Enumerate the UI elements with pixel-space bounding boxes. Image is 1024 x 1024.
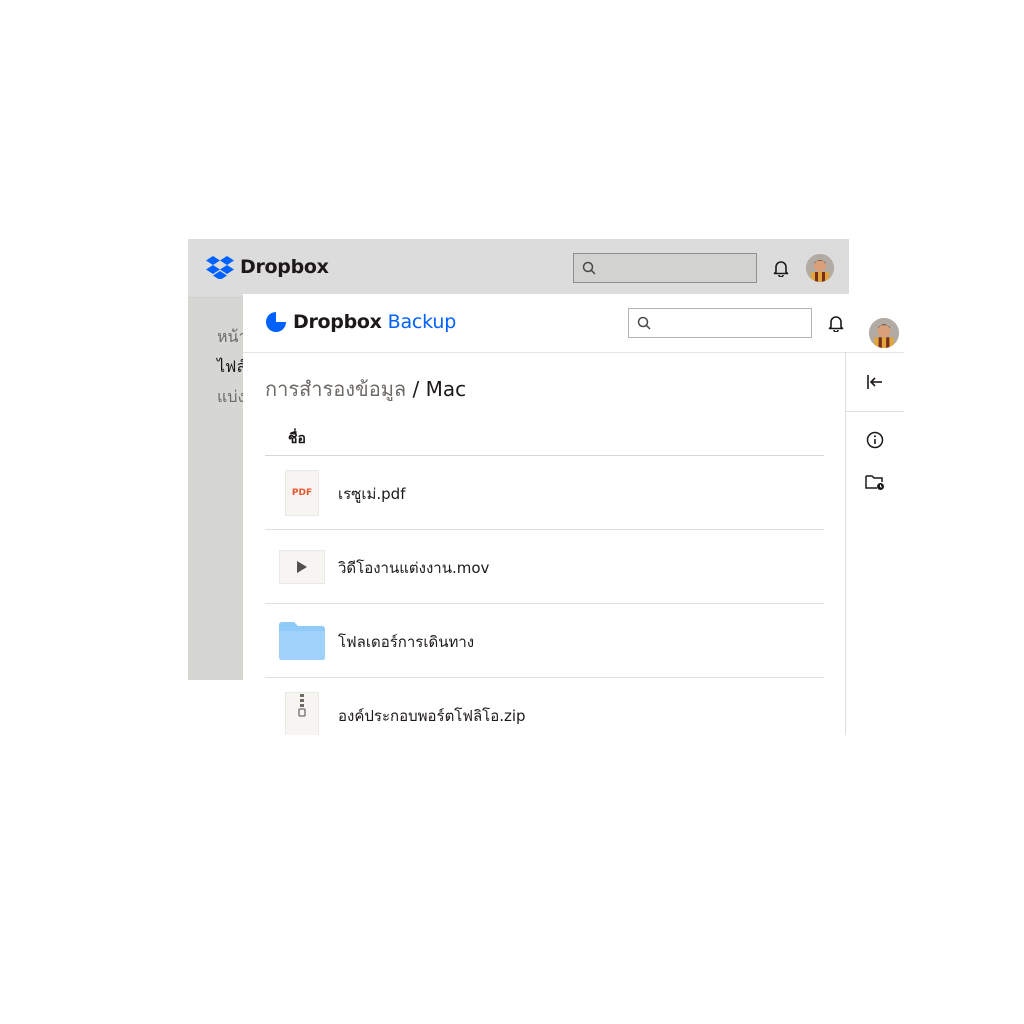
file-row[interactable]: วิดีโองานแต่งงาน.mov: [265, 530, 824, 604]
backup-product-label: Backup: [387, 311, 457, 333]
play-icon: [297, 561, 307, 573]
breadcrumb-current: Mac: [425, 377, 467, 401]
dropbox-box-icon: [206, 256, 234, 279]
search-input[interactable]: [573, 253, 757, 283]
folder-icon: [279, 618, 325, 664]
file-name[interactable]: โฟลเดอร์การเดินทาง: [338, 630, 474, 654]
zipper-icon: [298, 694, 306, 717]
collapse-panel-icon[interactable]: [864, 371, 886, 393]
breadcrumb-root[interactable]: การสำรองข้อมูล: [265, 377, 406, 401]
search-input[interactable]: [628, 308, 812, 338]
dropbox-backup-logo[interactable]: Dropbox Backup: [265, 311, 456, 333]
file-row[interactable]: องค์ประกอบพอร์ตโฟลิโอ.zip: [265, 678, 824, 735]
column-header-name[interactable]: ชื่อ: [288, 428, 306, 450]
dropbox-logo[interactable]: Dropbox: [206, 255, 329, 279]
bell-icon[interactable]: [827, 314, 845, 336]
file-name[interactable]: องค์ประกอบพอร์ตโฟลิโอ.zip: [338, 704, 526, 728]
backup-brand-label: Dropbox: [293, 311, 382, 333]
info-icon[interactable]: [864, 429, 886, 451]
video-file-icon: [279, 544, 325, 590]
bell-icon[interactable]: [772, 259, 790, 281]
backup-topbar: Dropbox Backup: [243, 294, 904, 353]
zip-file-icon: [279, 692, 325, 735]
avatar[interactable]: [806, 254, 834, 282]
dropbox-backup-window: Dropbox Backup การสำรองข้อมูล / Mac ชื่อ…: [243, 294, 904, 735]
dropbox-brand-label: Dropbox: [240, 256, 329, 278]
breadcrumb: การสำรองข้อมูล / Mac: [265, 373, 466, 405]
file-row[interactable]: โฟลเดอร์การเดินทาง: [265, 604, 824, 678]
avatar[interactable]: [869, 318, 899, 348]
folder-backup-icon[interactable]: [864, 471, 886, 493]
pdf-file-icon: PDF: [279, 470, 325, 516]
file-name[interactable]: วิดีโองานแต่งงาน.mov: [338, 556, 489, 580]
breadcrumb-separator: /: [412, 377, 420, 401]
file-name[interactable]: เรซูเม่.pdf: [338, 482, 405, 506]
rail-divider: [846, 411, 904, 412]
search-icon: [637, 316, 651, 330]
pdf-badge: PDF: [291, 488, 313, 498]
backup-logo-icon: [266, 312, 286, 332]
side-rail-divider: [845, 352, 846, 735]
dropbox-topbar: Dropbox: [188, 239, 849, 298]
search-icon: [582, 261, 596, 275]
file-row[interactable]: PDF เรซูเม่.pdf: [265, 456, 824, 530]
